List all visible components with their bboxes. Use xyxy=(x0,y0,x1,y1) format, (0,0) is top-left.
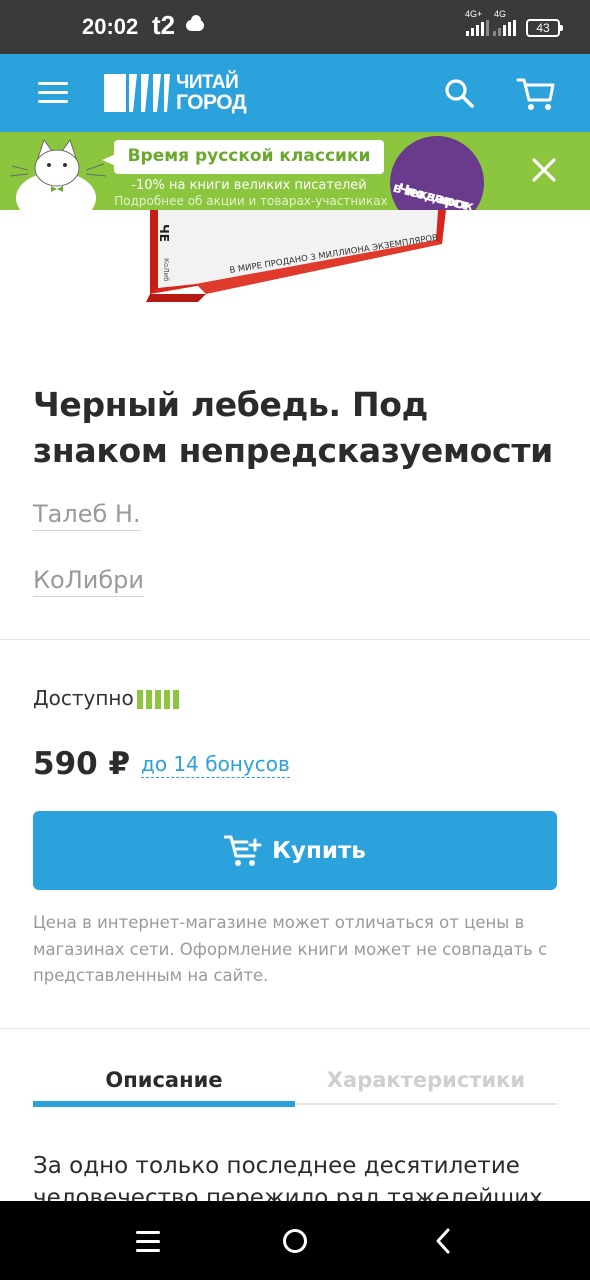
cat-mascot-icon xyxy=(9,138,107,210)
network-type-label: 4G+ xyxy=(465,9,483,19)
author-link[interactable]: Талеб Н. xyxy=(33,500,141,531)
bonus-link[interactable]: до 14 бонусов xyxy=(141,752,290,778)
publisher-link[interactable]: КоЛибри xyxy=(33,566,144,597)
network-type-label-2: 4G xyxy=(494,9,507,19)
section-divider xyxy=(0,639,590,640)
book-title: Черный лебедь. Под знаком непредсказуемо… xyxy=(33,385,553,470)
hamburger-menu-icon[interactable] xyxy=(38,82,68,104)
buy-button[interactable]: Купить xyxy=(33,811,557,890)
promo-gift-badge: Чек-лист в подарок xyxy=(380,132,494,210)
promo-title-box: Время русской классики xyxy=(102,140,384,174)
app-header: ЧИТАЙ ГОРОД xyxy=(0,54,590,132)
add-to-cart-icon xyxy=(224,835,262,866)
price: 590 ₽ xyxy=(33,746,131,782)
search-icon[interactable] xyxy=(444,78,474,108)
availability-bar xyxy=(155,690,161,709)
promo-subtitle: -10% на книги великих писателей xyxy=(131,178,367,193)
product-page: 20:02 t2 4G+ 4G 43 ЧИТАЙ ГОРОД Время рус… xyxy=(0,0,590,1280)
close-icon[interactable] xyxy=(530,156,558,184)
battery-icon: 43 xyxy=(526,19,563,37)
logo-line-1: ЧИТАЙ xyxy=(176,72,239,93)
back-icon[interactable] xyxy=(432,1227,454,1255)
recent-apps-icon[interactable] xyxy=(136,1231,160,1253)
price-disclaimer: Цена в интернет-магазине может отличатьс… xyxy=(33,913,548,985)
active-tab-indicator xyxy=(33,1101,295,1107)
system-navigation-bar xyxy=(0,1201,590,1280)
section-divider-2 xyxy=(0,1028,590,1029)
status-time: 20:02 xyxy=(82,14,139,39)
logo-text: ЧИТАЙ ГОРОД xyxy=(176,72,247,114)
logo-mark-icon xyxy=(104,74,170,112)
tab-description[interactable]: Описание xyxy=(33,1068,295,1092)
chitai-gorod-logo[interactable]: ЧИТАЙ ГОРОД xyxy=(104,72,264,116)
tab-characteristics[interactable]: Характеристики xyxy=(295,1068,557,1092)
promo-banner[interactable]: Время русской классики -10% на книги вел… xyxy=(0,132,590,210)
promo-title: Время русской классики xyxy=(127,146,371,166)
promo-details-link[interactable]: Подробнее об акции и товарах-участниках xyxy=(106,194,396,208)
signal-icon xyxy=(466,20,489,36)
availability-bar xyxy=(173,690,179,709)
tabs-underline xyxy=(295,1103,557,1105)
home-icon[interactable] xyxy=(283,1229,307,1253)
cart-icon[interactable] xyxy=(516,76,556,112)
book-cover-image[interactable]: ЧЕ КоЛиб В МИРЕ ПРОДАНО 3 МИЛЛИОНА ЭКЗЕМ… xyxy=(136,210,452,302)
logo-line-2: ГОРОД xyxy=(176,91,247,114)
badge-line-2: в подарок xyxy=(391,179,476,210)
buy-button-label: Купить xyxy=(272,837,366,864)
availability-bar xyxy=(164,690,170,709)
availability-bar xyxy=(137,690,143,709)
svg-text:КоЛиб: КоЛиб xyxy=(162,258,170,281)
cloud-icon xyxy=(186,15,204,31)
availability-label: Доступно xyxy=(33,686,134,710)
availability-bar xyxy=(146,690,152,709)
availability-indicator xyxy=(137,690,179,709)
signal-icon-2 xyxy=(493,20,516,36)
status-bar: 20:02 t2 4G+ 4G 43 xyxy=(0,0,590,54)
svg-text:ЧЕ: ЧЕ xyxy=(157,224,171,242)
carrier-label: t2 xyxy=(152,10,176,40)
